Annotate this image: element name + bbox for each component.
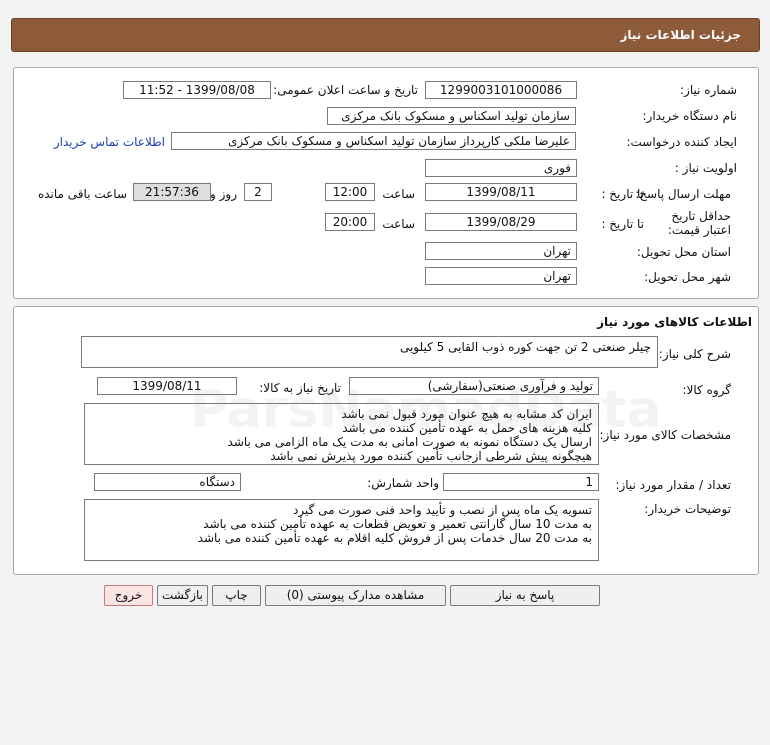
- reply-button[interactable]: پاسخ به نیاز: [450, 585, 600, 606]
- unit-field: دستگاه: [94, 473, 241, 491]
- need-date-field: 1399/08/11: [97, 377, 237, 395]
- quantity-field: 1: [443, 473, 599, 491]
- deadline-to-date-label: تا تاریخ :: [601, 187, 644, 201]
- days-label: روز و: [210, 187, 237, 201]
- priority-field: فوری: [425, 159, 577, 177]
- spec-line: ایران کد مشابه به هیچ عنوان مورد قبول نم…: [341, 407, 592, 421]
- need-date-label: تاریخ نیاز به کالا:: [259, 381, 341, 395]
- buyer-note-line: به مدت 20 سال خدمات پس از فروش کلیه اقلا…: [197, 531, 592, 545]
- delivery-province-field: تهران: [425, 242, 577, 260]
- goods-group-label: گروه کالا:: [682, 383, 732, 397]
- deadline-date-field: 1399/08/11: [425, 183, 577, 201]
- need-number-label: شماره نیاز:: [680, 83, 737, 97]
- requester-field: علیرضا ملکی کارپرداز سازمان تولید اسکناس…: [171, 132, 576, 150]
- page-title: جزئیات اطلاعات نیاز: [620, 28, 741, 42]
- priority-label: اولویت نیاز :: [674, 161, 737, 175]
- buyer-note-line: به مدت 10 سال گارانتی تعمیر و تعویض قطعا…: [203, 517, 592, 531]
- specs-field: ایران کد مشابه به هیچ عنوان مورد قبول نم…: [84, 403, 599, 465]
- view-attachments-button[interactable]: مشاهده مدارک پیوستی (0): [265, 585, 446, 606]
- price-validity-label: حداقل تاریخ اعتبار قیمت:: [667, 209, 731, 237]
- delivery-province-label: استان محل تحویل:: [636, 245, 731, 259]
- page-header: جزئیات اطلاعات نیاز: [11, 18, 760, 52]
- remaining-time-label: ساعت باقی مانده: [37, 187, 127, 201]
- exit-button[interactable]: خروج: [104, 585, 153, 606]
- goods-group-field: تولید و فرآوری صنعتی(سفارشی): [349, 377, 599, 395]
- requester-label: ایجاد کننده درخواست:: [626, 135, 737, 149]
- buyer-notes-label: توضیحات خریدار:: [644, 502, 731, 516]
- deadline-time-field: 12:00: [325, 183, 375, 201]
- validity-to-date-label: تا تاریخ :: [601, 217, 644, 231]
- buyer-contact-link[interactable]: اطلاعات تماس خریدار: [54, 135, 165, 149]
- validity-date-field: 1399/08/29: [425, 213, 577, 231]
- buyer-org-label: نام دستگاه خریدار:: [642, 109, 738, 123]
- spec-line: کلیه هزینه های حمل به عهده تأمین کننده م…: [342, 421, 592, 435]
- delivery-city-label: شهر محل تحویل:: [644, 270, 731, 284]
- announce-datetime-label: تاریخ و ساعت اعلان عمومی:: [273, 83, 418, 97]
- need-info-panel: [13, 67, 759, 299]
- deadline-label: مهلت ارسال پاسخ:: [635, 187, 731, 201]
- print-button[interactable]: چاپ: [212, 585, 261, 606]
- validity-time-field: 20:00: [325, 213, 375, 231]
- remaining-time-field: 21:57:36: [133, 183, 211, 201]
- deadline-time-label: ساعت: [382, 187, 415, 201]
- announce-datetime-field: 1399/08/08 - 11:52: [123, 81, 271, 99]
- need-number-field: 1299003101000086: [425, 81, 577, 99]
- summary-field: چیلر صنعتی 2 تن جهت کوره ذوب القایی 5 کی…: [81, 336, 658, 368]
- quantity-label: تعداد / مقدار مورد نیاز:: [615, 478, 731, 492]
- specs-label: مشخصات کالای مورد نیاز:: [599, 428, 731, 442]
- buyer-note-line: تسویه یک ماه پس از نصب و تأیید واحد فنی …: [292, 503, 592, 517]
- goods-section-title: اطلاعات کالاهای مورد نیاز: [597, 315, 752, 329]
- unit-label: واحد شمارش:: [367, 476, 439, 490]
- spec-line: ارسال یک دستگاه نمونه به صورت امانی به م…: [227, 435, 592, 449]
- back-button[interactable]: بازگشت: [157, 585, 208, 606]
- delivery-city-field: تهران: [425, 267, 577, 285]
- buyer-org-field: سازمان تولید اسکناس و مسکوک بانک مرکزی: [327, 107, 576, 125]
- validity-time-label: ساعت: [382, 217, 415, 231]
- buyer-notes-field: تسویه یک ماه پس از نصب و تأیید واحد فنی …: [84, 499, 599, 561]
- spec-line: هیچگونه پیش شرطی ازجانب تأمین کننده مورد…: [270, 449, 592, 463]
- summary-label: شرح کلی نیاز:: [658, 347, 731, 361]
- remaining-days-field: 2: [244, 183, 272, 201]
